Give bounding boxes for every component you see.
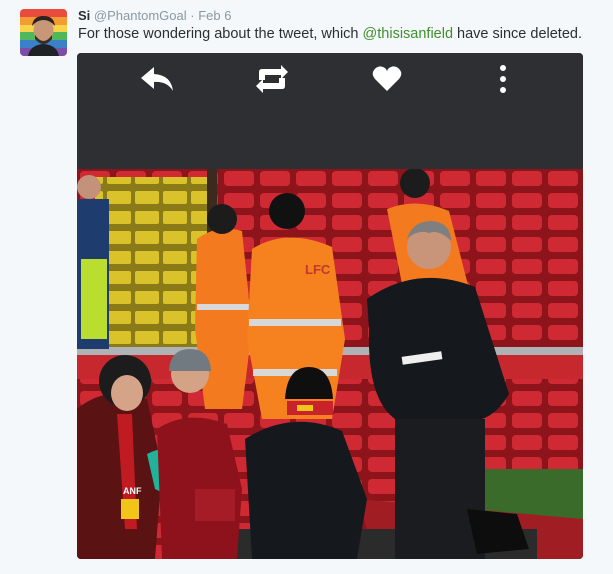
more-options-button[interactable]: [481, 61, 525, 97]
retweet-button[interactable]: [250, 61, 294, 97]
header-separator: ·: [190, 8, 195, 23]
yellow-stand-seats: [95, 177, 207, 357]
avatar[interactable]: [20, 9, 67, 56]
stadium-photo: LFC ANF: [77, 169, 583, 559]
reply-button[interactable]: [135, 61, 179, 97]
media-action-bar: [77, 53, 583, 169]
more-vertical-icon: [500, 65, 506, 93]
avatar-portrait: [28, 16, 59, 56]
like-button[interactable]: [365, 61, 409, 97]
tweet-media[interactable]: LFC ANF: [77, 53, 583, 559]
tweet-text: For those wondering about the tweet, whi…: [78, 26, 582, 42]
tweet-header: Si @PhantomGoal · Feb 6: [78, 8, 231, 23]
tweet-date[interactable]: Feb 6: [198, 8, 231, 23]
tweet-text-end: have since deleted.: [453, 26, 582, 42]
user-handle[interactable]: @PhantomGoal: [94, 8, 187, 23]
scarf-text: ANF: [123, 486, 142, 496]
mention-link[interactable]: @thisisanfield: [363, 26, 453, 42]
retweet-icon: [256, 65, 288, 93]
reply-arrow-icon: [141, 67, 173, 91]
tweet-text-start: For those wondering about the tweet, whi…: [78, 26, 363, 42]
tweet: Si @PhantomGoal · Feb 6 For those wonder…: [0, 0, 613, 574]
jacket-logo-text: LFC: [305, 262, 331, 277]
display-name[interactable]: Si: [78, 8, 90, 23]
heart-icon: [372, 66, 402, 91]
